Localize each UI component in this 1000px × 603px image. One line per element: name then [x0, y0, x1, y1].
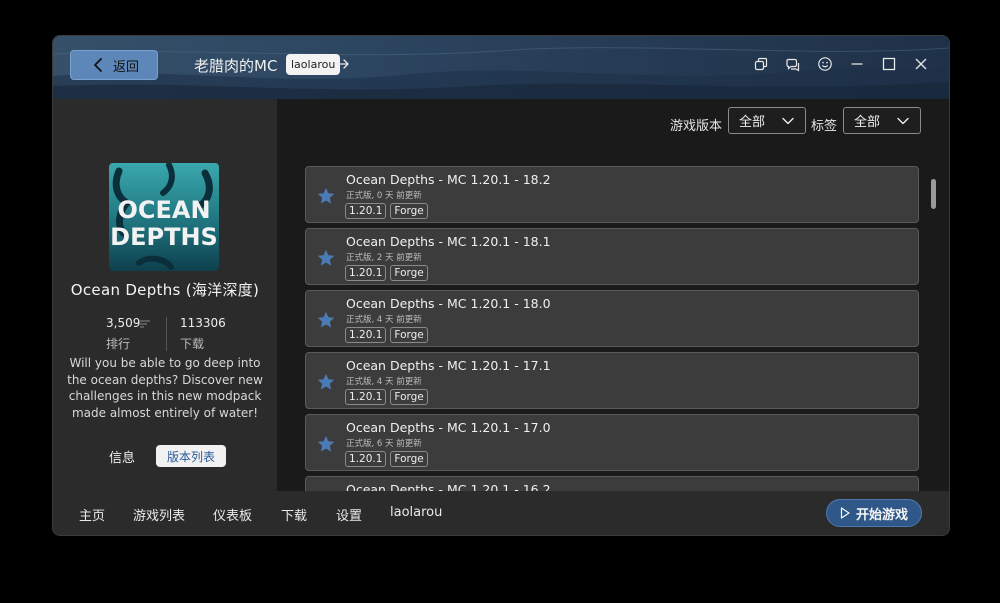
page-title: 老腊肉的MC	[194, 57, 278, 75]
title-bar: 返回 老腊肉的MC laolarou	[53, 36, 949, 99]
bottom-nav: 主页 游戏列表 仪表板 下载 设置 laolarou 开始游戏	[53, 491, 949, 535]
downloads-stat: 113306 下载	[180, 316, 226, 352]
version-card[interactable]: Ocean Depths - MC 1.20.1 - 18.0 正式版, 4 天…	[305, 290, 919, 347]
nav-dashboard[interactable]: 仪表板	[213, 505, 252, 524]
feedback-icon[interactable]	[785, 56, 801, 72]
version-subtitle: 正式版, 4 天 前更新	[346, 315, 422, 325]
version-tag-mc: 1.20.1	[345, 203, 387, 219]
chevron-down-icon	[897, 117, 909, 125]
scrollbar[interactable]	[931, 179, 936, 209]
version-tag-loader: Forge	[390, 451, 428, 467]
modpack-logo: OCEAN DEPTHS	[109, 163, 219, 271]
modpack-description: Will you be able to go deep into the oce…	[67, 356, 263, 420]
game-version-select-value: 全部	[739, 115, 766, 130]
version-tag-loader: Forge	[390, 203, 428, 219]
downloads-value: 113306	[180, 316, 226, 330]
rank-lines-icon	[140, 320, 150, 328]
star-icon[interactable]	[316, 372, 336, 392]
app-window: 返回 老腊肉的MC laolarou OCEAN DEPTHS Ocean De…	[52, 35, 950, 536]
chevron-left-icon	[94, 58, 102, 72]
version-tag-mc: 1.20.1	[345, 451, 387, 467]
modpack-name: Ocean Depths (海洋深度)	[70, 281, 260, 299]
version-tag-loader: Forge	[390, 327, 428, 343]
logo-text-depths: DEPTHS	[110, 223, 218, 251]
back-button-label: 返回	[113, 59, 140, 75]
version-tags: 1.20.1 Forge	[345, 265, 428, 281]
downloads-label: 下载	[180, 337, 205, 351]
minimize-icon[interactable]	[849, 56, 865, 72]
logo-text-ocean: OCEAN	[117, 196, 210, 224]
version-title: Ocean Depths - MC 1.20.1 - 18.0	[346, 296, 551, 311]
version-tags: 1.20.1 Forge	[345, 451, 428, 467]
version-tag-mc: 1.20.1	[345, 327, 387, 343]
version-card[interactable]: Ocean Depths - MC 1.20.1 - 18.2 正式版, 0 天…	[305, 166, 919, 223]
version-card[interactable]: Ocean Depths - MC 1.20.1 - 17.0 正式版, 6 天…	[305, 414, 919, 471]
star-icon[interactable]	[316, 310, 336, 330]
version-tag-loader: Forge	[390, 265, 428, 281]
game-version-filter-label: 游戏版本	[670, 119, 723, 134]
version-list-panel: 游戏版本 全部 标签 全部 Ocean Depths - MC 1.20.1 -…	[277, 99, 949, 491]
modpack-info-panel: OCEAN DEPTHS Ocean Depths (海洋深度) 3,509 排…	[53, 99, 277, 491]
nav-settings[interactable]: 设置	[336, 505, 362, 524]
play-icon	[840, 507, 850, 519]
nav-home[interactable]: 主页	[79, 505, 105, 524]
version-subtitle: 正式版, 6 天 前更新	[346, 439, 422, 449]
play-button-label: 开始游戏	[855, 507, 908, 523]
tab-version-list[interactable]: 版本列表	[156, 445, 226, 467]
nav-game-list[interactable]: 游戏列表	[133, 505, 185, 524]
version-title: Ocean Depths - MC 1.20.1 - 18.1	[346, 234, 551, 249]
rank-label: 排行	[106, 337, 131, 351]
version-title: Ocean Depths - MC 1.20.1 - 16.2	[346, 482, 551, 491]
tag-filter-label: 标签	[811, 119, 838, 134]
stats-divider	[166, 317, 167, 351]
version-tags: 1.20.1 Forge	[345, 389, 428, 405]
author-chip[interactable]: laolarou	[286, 54, 341, 75]
tag-select[interactable]: 全部	[843, 107, 921, 134]
version-tags: 1.20.1 Forge	[345, 203, 428, 219]
window-controls	[753, 56, 929, 72]
tag-select-value: 全部	[854, 115, 881, 130]
nav-download[interactable]: 下载	[281, 505, 307, 524]
rank-value: 3,509	[106, 316, 141, 330]
rank-stat: 3,509 排行	[106, 316, 150, 352]
smiley-icon[interactable]	[817, 56, 833, 72]
version-list: Ocean Depths - MC 1.20.1 - 18.2 正式版, 0 天…	[305, 166, 921, 491]
maximize-icon[interactable]	[881, 56, 897, 72]
game-version-select[interactable]: 全部	[728, 107, 806, 134]
version-card[interactable]: Ocean Depths - MC 1.20.1 - 17.1 正式版, 4 天…	[305, 352, 919, 409]
star-icon[interactable]	[316, 434, 336, 454]
version-card[interactable]: Ocean Depths - MC 1.20.1 - 16.2	[305, 476, 919, 491]
version-card[interactable]: Ocean Depths - MC 1.20.1 - 18.1 正式版, 2 天…	[305, 228, 919, 285]
arrow-right-icon[interactable]	[335, 56, 351, 72]
version-title: Ocean Depths - MC 1.20.1 - 17.0	[346, 420, 551, 435]
version-tag-mc: 1.20.1	[345, 265, 387, 281]
nav-user[interactable]: laolarou	[390, 505, 442, 520]
modpack-stats: 3,509 排行 113306 下载	[53, 316, 277, 356]
modpack-logo-image: OCEAN DEPTHS	[109, 163, 219, 271]
back-button[interactable]: 返回	[70, 50, 158, 80]
chevron-down-icon	[782, 117, 794, 125]
version-tag-loader: Forge	[390, 389, 428, 405]
copy-window-icon[interactable]	[753, 56, 769, 72]
version-subtitle: 正式版, 2 天 前更新	[346, 253, 422, 263]
star-icon[interactable]	[316, 248, 336, 268]
version-subtitle: 正式版, 0 天 前更新	[346, 191, 422, 201]
tab-info[interactable]: 信息	[109, 447, 135, 466]
version-tags: 1.20.1 Forge	[345, 327, 428, 343]
star-icon[interactable]	[316, 186, 336, 206]
version-subtitle: 正式版, 4 天 前更新	[346, 377, 422, 387]
close-icon[interactable]	[913, 56, 929, 72]
version-title: Ocean Depths - MC 1.20.1 - 18.2	[346, 172, 551, 187]
version-title: Ocean Depths - MC 1.20.1 - 17.1	[346, 358, 551, 373]
version-tag-mc: 1.20.1	[345, 389, 387, 405]
play-button[interactable]: 开始游戏	[826, 499, 922, 527]
